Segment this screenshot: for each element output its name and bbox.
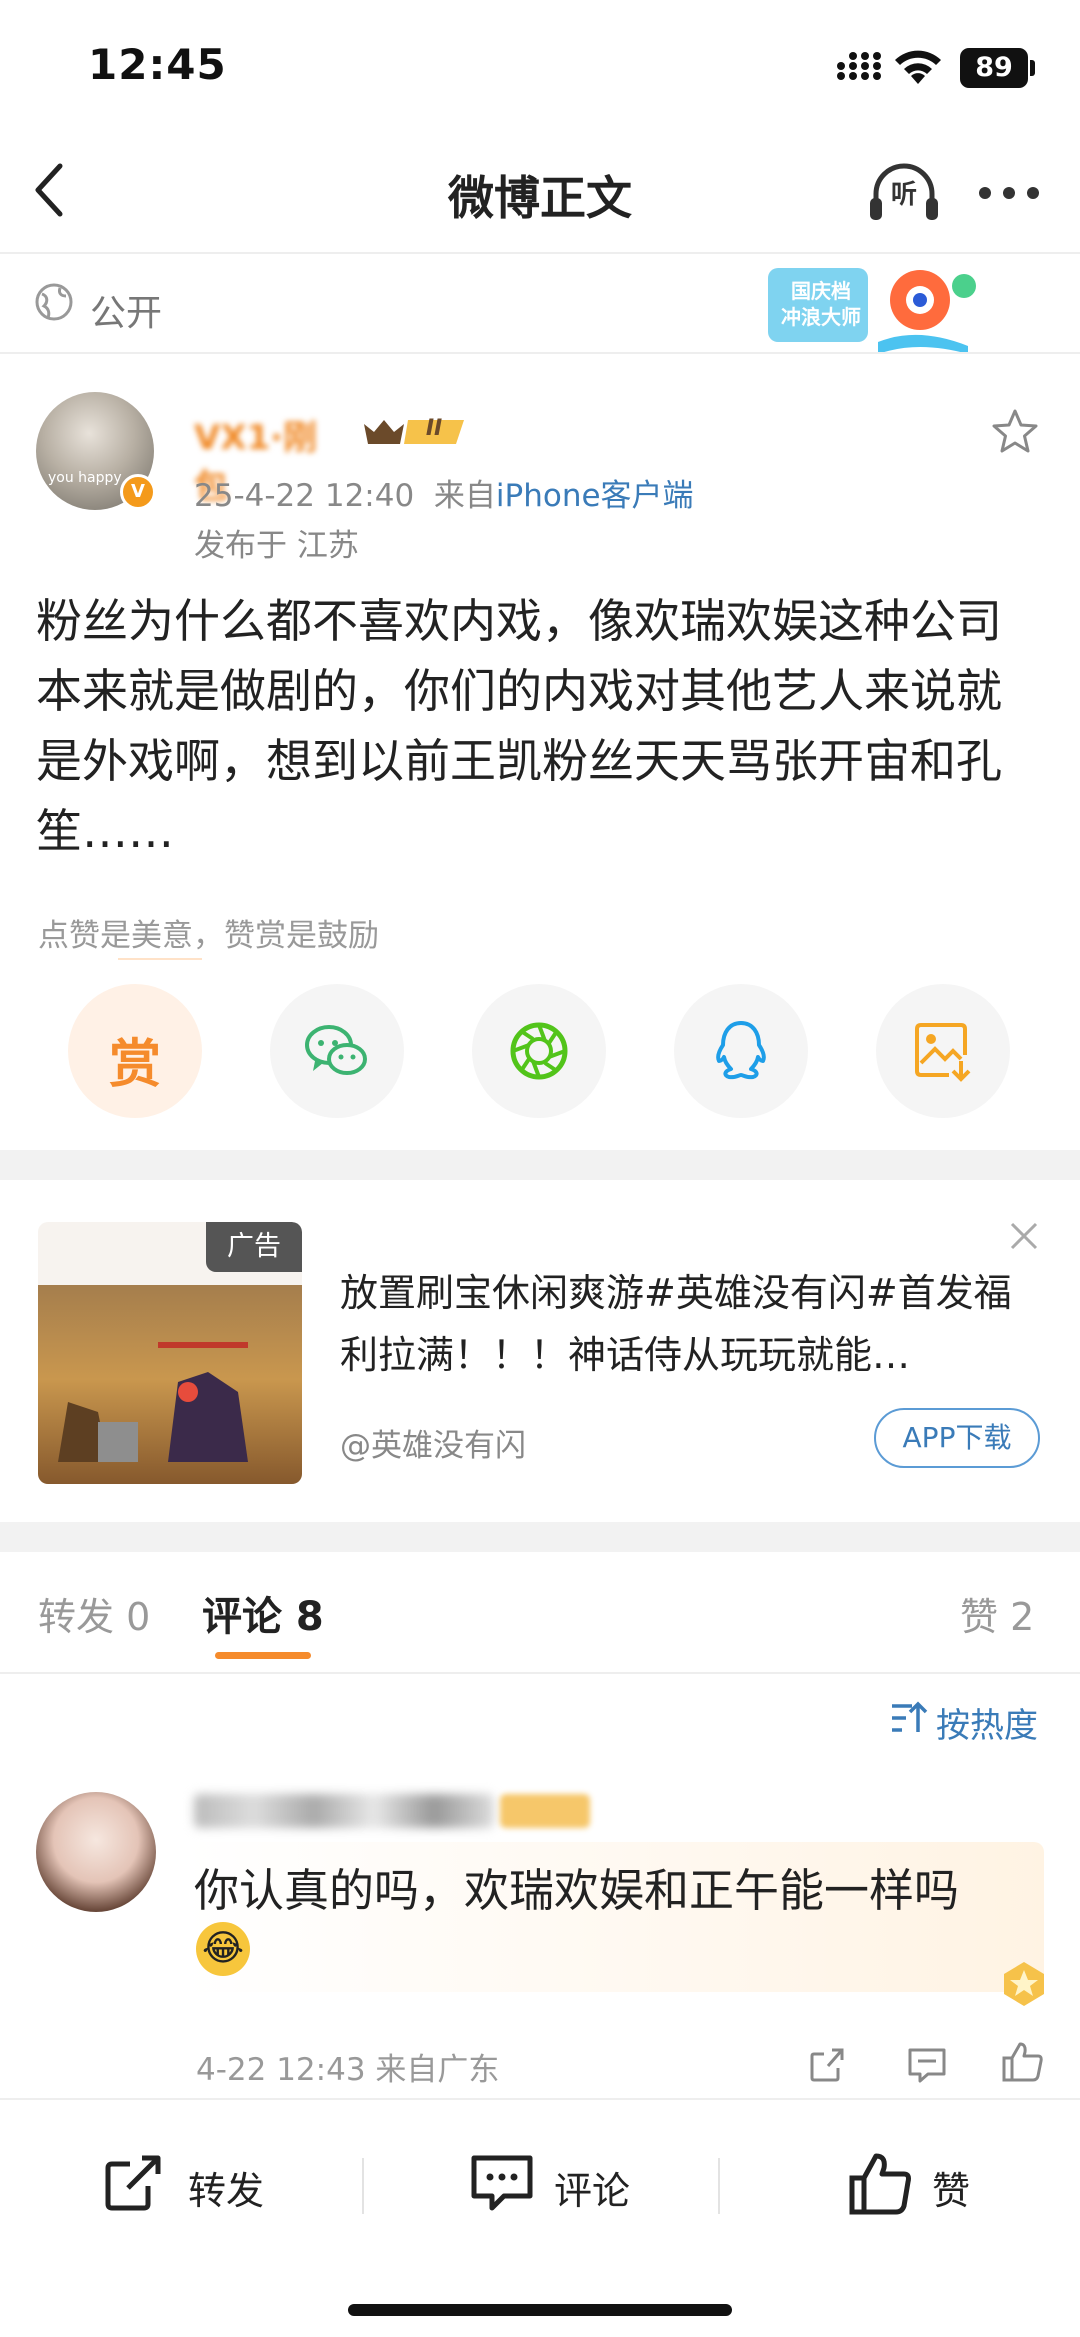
app-download-button[interactable]: APP下载	[874, 1408, 1040, 1468]
battery-tip	[1030, 60, 1035, 76]
repost-label: 转发	[188, 2169, 265, 2213]
comment-share-icon[interactable]	[808, 2044, 848, 2084]
nav-divider	[0, 252, 1080, 254]
reward-hint: 点赞是美意，赞赏是鼓励	[38, 918, 379, 954]
laughing-emoji-icon: 😂	[196, 1922, 250, 1976]
like-label: 赞	[932, 2169, 971, 2213]
event-badge-line2: 冲浪大师	[781, 305, 861, 329]
comment-reply-icon[interactable]	[906, 2044, 948, 2084]
battery-indicator: 89	[960, 48, 1028, 88]
reward-button-label: 赏	[108, 1035, 161, 1095]
member-level: II	[425, 416, 443, 441]
thumbs-up-icon	[849, 2153, 911, 2215]
reward-button[interactable]: 赏	[68, 984, 202, 1118]
event-badge-line1: 国庆档	[791, 279, 851, 303]
post-meta: 25-4-22 12:40 来自iPhone客户端	[194, 470, 694, 515]
author-username[interactable]: VX1·刚包	[194, 410, 344, 507]
repost-button[interactable]: 转发	[104, 2148, 304, 2218]
status-time: 12:45	[88, 40, 227, 89]
share-wechat-button[interactable]	[270, 984, 404, 1118]
qq-icon	[716, 1021, 766, 1080]
listen-button[interactable]: 听	[868, 160, 940, 226]
comment-icon	[471, 2155, 533, 2211]
save-image-button[interactable]	[876, 984, 1010, 1118]
post-timestamp: 25-4-22 12:40	[194, 478, 415, 514]
share-qq-button[interactable]	[674, 984, 808, 1118]
comment-label: 评论	[554, 2169, 631, 2213]
share-moments-button[interactable]	[472, 984, 606, 1118]
home-indicator[interactable]	[348, 2304, 732, 2316]
tabs-divider	[0, 1672, 1080, 1674]
visibility-divider	[0, 352, 1080, 354]
like-button[interactable]: 赞	[848, 2148, 1028, 2218]
close-icon[interactable]	[1008, 1220, 1040, 1252]
sort-icon[interactable]	[890, 1700, 930, 1736]
post-body: 粉丝为什么都不喜欢内戏，像欢瑞欢娱这种公司本来就是做剧的，你们的内戏对其他艺人来…	[36, 594, 1002, 858]
moments-icon	[510, 1022, 568, 1080]
commenter-badge	[500, 1794, 590, 1828]
bottom-action-bar: 转发 评论 赞	[0, 2098, 1080, 2337]
avatar-caption: you happy	[48, 470, 122, 486]
section-gap-2	[0, 1522, 1080, 1552]
ad-image[interactable]: 广告	[38, 1222, 302, 1484]
event-badge[interactable]: 国庆档 冲浪大师	[768, 256, 988, 360]
verified-badge-icon: V	[120, 474, 156, 510]
more-options-button[interactable]	[978, 186, 1040, 200]
cellular-signal-icon	[836, 52, 886, 82]
repost-icon	[105, 2155, 161, 2211]
listen-label: 听	[890, 180, 917, 210]
wifi-icon	[892, 48, 944, 86]
globe-icon	[34, 282, 74, 322]
tab-comments[interactable]: 评论 8	[202, 1584, 324, 1642]
active-tab-indicator	[215, 1652, 311, 1659]
comment-medal-icon	[1000, 1960, 1048, 2008]
favorite-star-icon[interactable]	[990, 408, 1040, 456]
wechat-icon	[305, 1025, 367, 1075]
sort-by-hot-button[interactable]: 按热度	[936, 1698, 1038, 1747]
tab-likes[interactable]: 赞 2	[960, 1586, 1034, 1641]
reward-caret	[118, 958, 202, 960]
member-level-badge[interactable]: II	[360, 414, 470, 450]
comment-meta: 4-22 12:43 来自广东	[196, 2052, 500, 2088]
ad-source[interactable]: @英雄没有闪	[340, 1420, 526, 1465]
ad-tag: 广告	[206, 1222, 302, 1272]
comment-text: 你认真的吗，欢瑞欢娱和正午能一样吗	[194, 1864, 960, 1917]
bottom-bar-separator-2	[718, 2158, 720, 2214]
ad-text[interactable]: 放置刷宝休闲爽游#英雄没有闪#首发福利拉满！！！神话侍从玩玩就能…	[340, 1262, 1040, 1386]
tab-reposts[interactable]: 转发 0	[38, 1586, 150, 1641]
post-source-prefix: 来自	[433, 478, 496, 514]
visibility-label: 公开	[90, 293, 163, 334]
save-image-icon	[915, 1023, 971, 1082]
comment-button[interactable]: 评论	[470, 2148, 670, 2218]
post-location: 发布于 江苏	[194, 528, 359, 564]
post-source[interactable]: iPhone客户端	[496, 478, 694, 514]
commenter-avatar[interactable]	[36, 1792, 156, 1912]
section-gap	[0, 1150, 1080, 1180]
commenter-name[interactable]	[194, 1794, 494, 1828]
bottom-bar-separator	[362, 2158, 364, 2214]
comment-like-icon[interactable]	[1000, 2040, 1044, 2084]
